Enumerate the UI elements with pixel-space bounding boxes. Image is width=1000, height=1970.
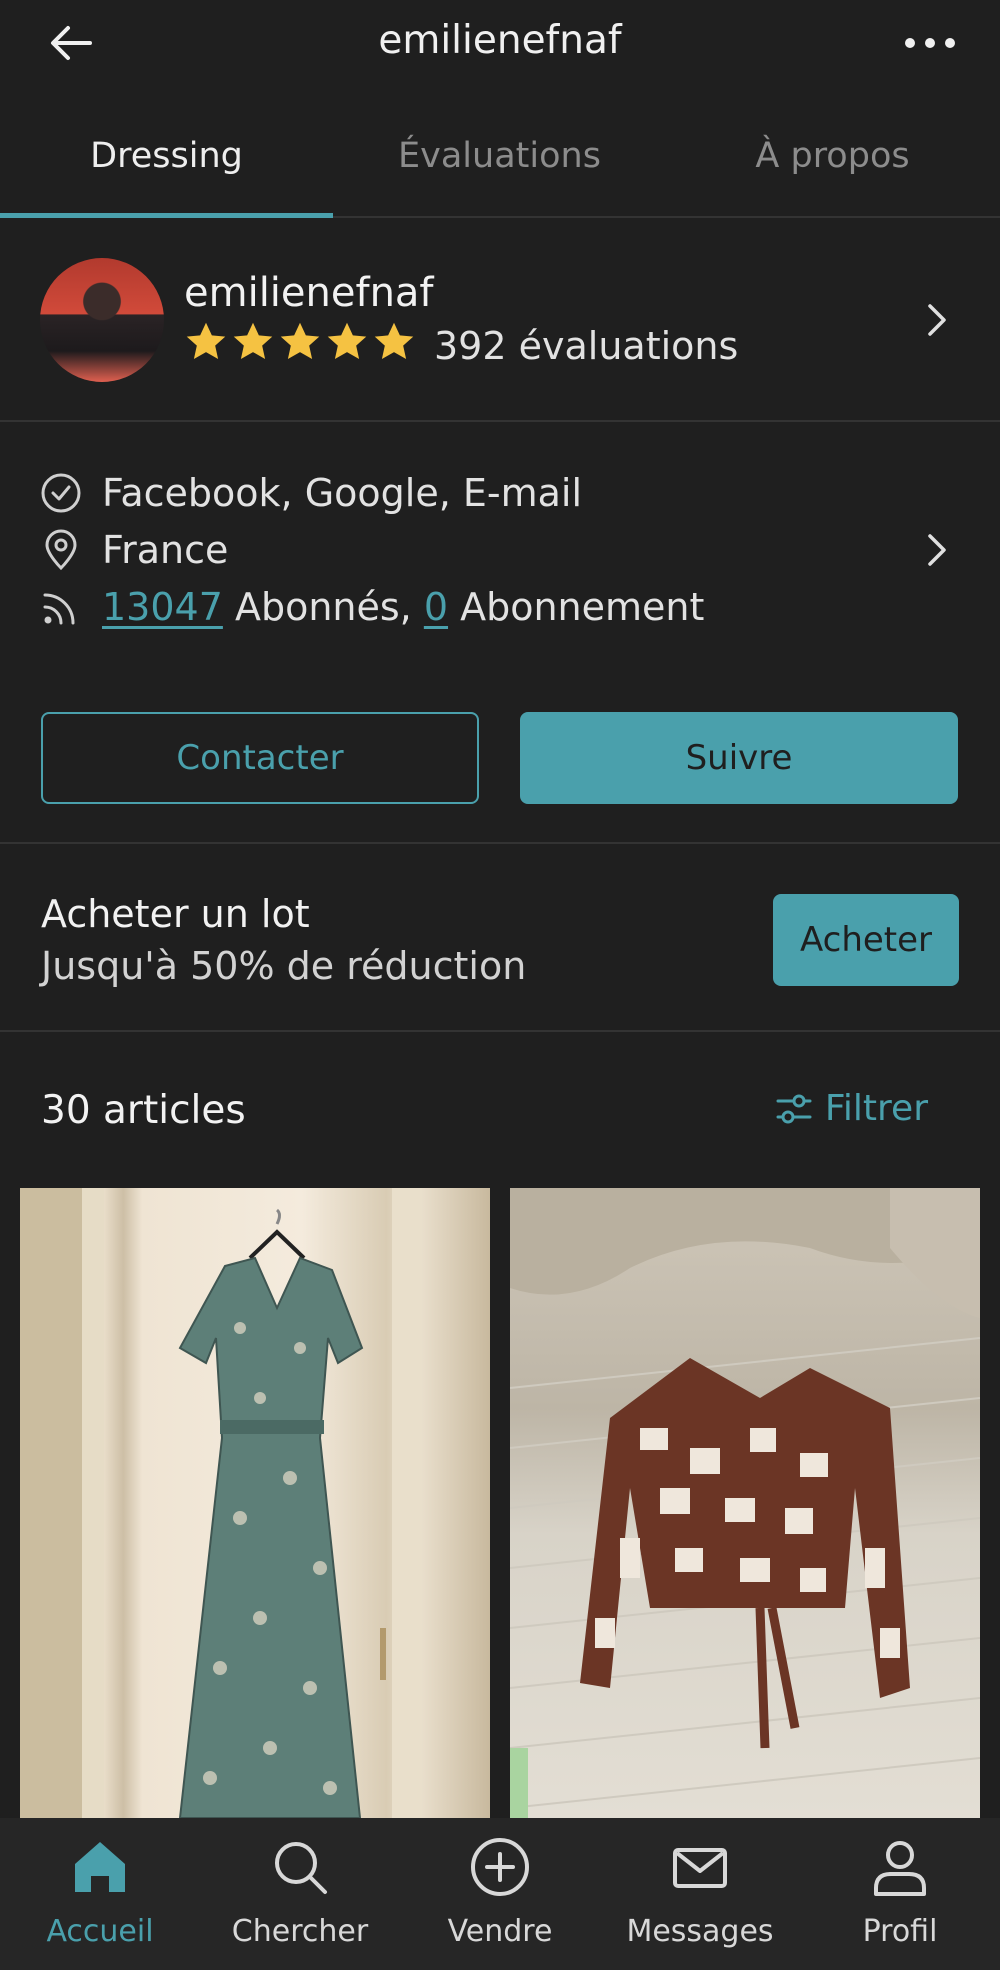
item-card-dress[interactable] xyxy=(20,1188,490,1818)
bundle-promo: Acheter un lot Jusqu'à 50% de réduction … xyxy=(0,846,1000,1032)
following-label: Abonnement xyxy=(448,585,705,629)
profile-username: emilienefnaf xyxy=(184,270,434,316)
location-pin-icon xyxy=(45,529,77,571)
items-count: 30 articles xyxy=(41,1088,246,1133)
nav-label: Messages xyxy=(626,1914,774,1949)
star-icon xyxy=(327,322,367,360)
reviews-count[interactable]: 392 évaluations xyxy=(434,324,738,368)
check-circle-icon xyxy=(41,473,81,513)
avatar xyxy=(40,258,164,382)
bundle-subtitle: Jusqu'à 50% de réduction xyxy=(41,944,527,988)
following-count-link[interactable]: 0 xyxy=(424,585,448,629)
followers-label: Abonnés, xyxy=(222,585,424,629)
star-icon xyxy=(233,322,273,360)
bundle-title: Acheter un lot xyxy=(41,892,310,936)
star-icon xyxy=(280,322,320,360)
mail-icon xyxy=(673,1848,727,1888)
user-icon xyxy=(874,1841,926,1896)
location-row[interactable]: France xyxy=(40,525,228,575)
follow-button[interactable]: Suivre xyxy=(520,712,958,804)
rating-stars xyxy=(184,320,416,366)
rss-feed-icon xyxy=(43,593,75,625)
nav-label: Accueil xyxy=(46,1914,154,1949)
contact-button[interactable]: Contacter xyxy=(41,712,479,804)
chevron-right-icon[interactable] xyxy=(922,530,952,570)
item-photo xyxy=(510,1188,980,1818)
star-icon xyxy=(374,322,414,360)
verified-accounts: Facebook, Google, E-mail xyxy=(102,471,583,515)
item-photo xyxy=(20,1188,422,1818)
star-icon xyxy=(186,322,226,360)
filter-button[interactable]: Filtrer xyxy=(775,1088,928,1129)
tab-bar: Dressing Évaluations À propos xyxy=(0,110,1000,218)
search-icon xyxy=(275,1842,327,1894)
followers-count-link[interactable]: 13047 xyxy=(102,585,223,629)
chevron-right-icon[interactable] xyxy=(922,300,952,340)
profile-summary[interactable]: emilienefnaf 392 évaluations xyxy=(0,218,1000,422)
tab-evaluations[interactable]: Évaluations xyxy=(333,136,666,176)
bottom-nav: Accueil Chercher Vendre Messages Profil xyxy=(0,1818,1000,1970)
followers-row: 13047 Abonnés, 0 Abonnement xyxy=(40,582,704,632)
profile-info: Facebook, Google, E-mail France 13047 Ab… xyxy=(0,424,1000,844)
items-grid xyxy=(20,1188,980,1818)
page-title: emilienefnaf xyxy=(378,18,622,63)
tab-dressing[interactable]: Dressing xyxy=(0,136,333,176)
nav-label: Vendre xyxy=(447,1914,553,1949)
buy-bundle-button[interactable]: Acheter xyxy=(773,894,959,986)
nav-accueil[interactable]: Accueil xyxy=(0,1836,200,1949)
nav-label: Profil xyxy=(862,1914,938,1949)
more-dots-icon[interactable] xyxy=(900,26,960,60)
nav-label: Chercher xyxy=(231,1914,369,1949)
sliders-icon xyxy=(776,1094,812,1123)
location-text: France xyxy=(102,528,229,572)
top-bar: emilienefnaf xyxy=(0,0,1000,90)
filter-label: Filtrer xyxy=(824,1088,928,1129)
item-card-top[interactable] xyxy=(510,1188,980,1818)
tab-a-propos[interactable]: À propos xyxy=(666,136,999,176)
verified-row: Facebook, Google, E-mail xyxy=(40,468,582,518)
home-icon xyxy=(75,1842,125,1892)
nav-vendre[interactable]: Vendre xyxy=(400,1836,600,1949)
nav-profil[interactable]: Profil xyxy=(800,1836,1000,1949)
plus-circle-icon xyxy=(471,1838,529,1896)
nav-messages[interactable]: Messages xyxy=(600,1836,800,1949)
nav-chercher[interactable]: Chercher xyxy=(200,1836,400,1949)
